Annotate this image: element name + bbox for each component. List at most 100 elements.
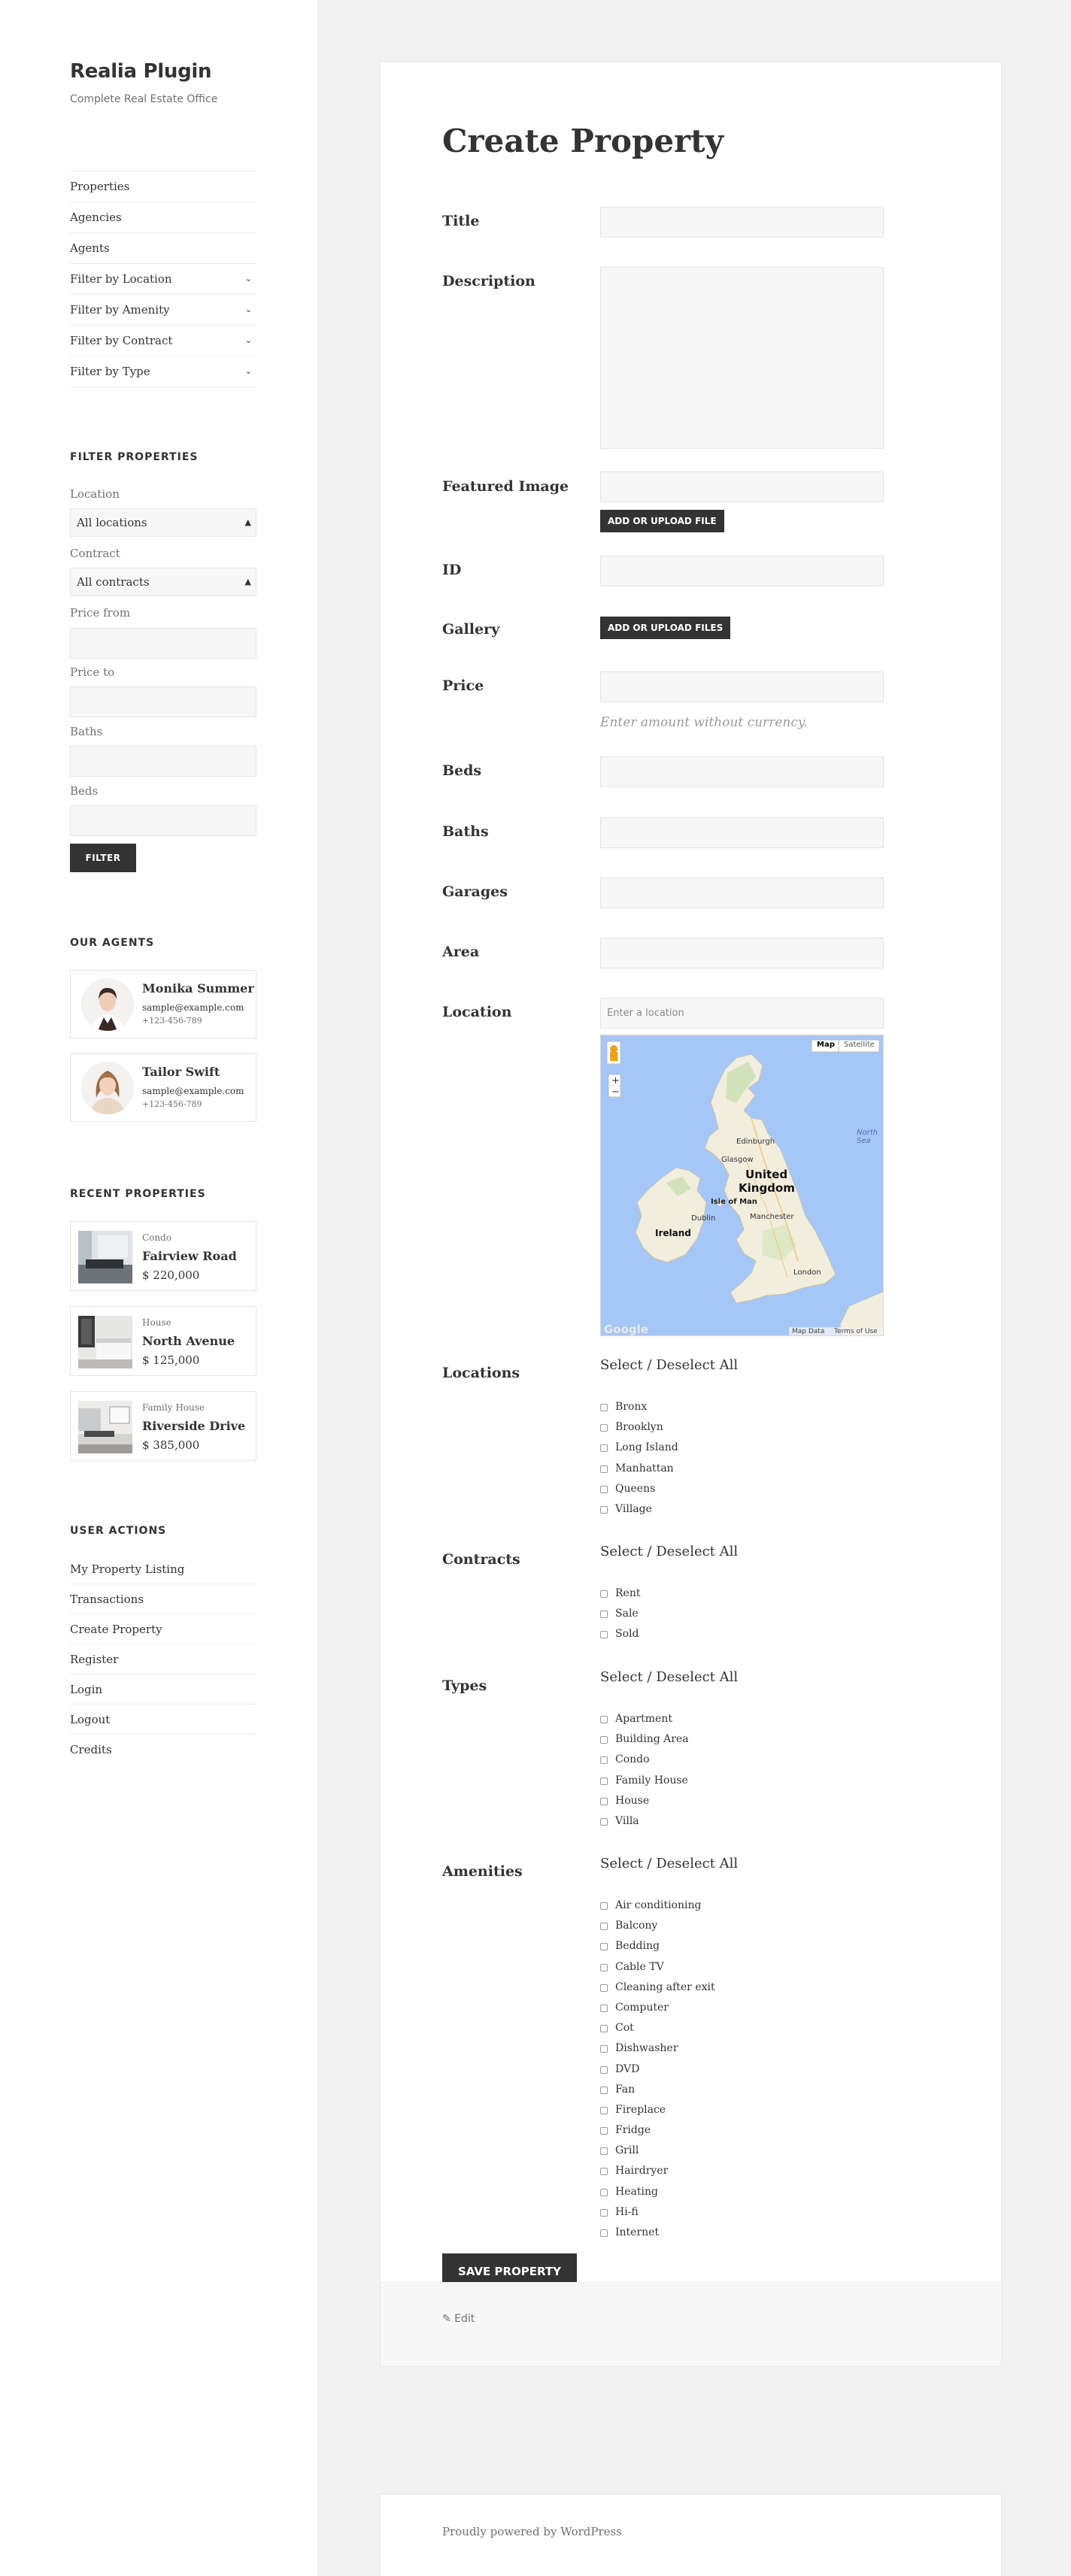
- checkbox[interactable]: [600, 1984, 608, 1992]
- checkbox-item[interactable]: Bronx: [600, 1397, 916, 1417]
- property-name[interactable]: North Avenue: [142, 1334, 235, 1348]
- baths-input[interactable]: [70, 746, 256, 777]
- checkbox-item[interactable]: Balcony: [600, 1916, 916, 1936]
- locations-select-all[interactable]: Select / Deselect All: [600, 1357, 738, 1373]
- checkbox-item[interactable]: Family House: [600, 1771, 916, 1791]
- checkbox[interactable]: [600, 2188, 608, 2196]
- property-thumbnail[interactable]: [78, 1231, 132, 1283]
- checkbox-item[interactable]: Long Island: [600, 1438, 916, 1458]
- checkbox-item[interactable]: Village: [600, 1499, 916, 1520]
- checkbox[interactable]: [600, 1797, 608, 1805]
- user-action-logout[interactable]: Logout: [70, 1705, 256, 1735]
- checkbox-item[interactable]: Building Area: [600, 1729, 916, 1750]
- nav-item-agencies[interactable]: Agencies: [70, 202, 256, 233]
- checkbox-item[interactable]: Condo: [600, 1750, 916, 1770]
- chevron-down-icon[interactable]: ⌄: [245, 326, 252, 356]
- checkbox-item[interactable]: Hi-fi: [600, 2202, 916, 2223]
- checkbox[interactable]: [600, 2045, 608, 2053]
- user-action-credits[interactable]: Credits: [70, 1735, 256, 1765]
- description-textarea[interactable]: [600, 267, 884, 449]
- checkbox-item[interactable]: Rent: [600, 1583, 916, 1604]
- contract-select[interactable]: All contracts ▲: [70, 568, 256, 596]
- checkbox-item[interactable]: Brooklyn: [600, 1417, 916, 1438]
- checkbox[interactable]: [600, 1465, 608, 1473]
- checkbox[interactable]: [600, 2147, 608, 2156]
- nav-item-filter-contract[interactable]: Filter by Contract ⌄: [70, 326, 256, 356]
- zoom-out-button[interactable]: −: [611, 1086, 620, 1098]
- upload-file-button[interactable]: ADD OR UPLOAD FILE: [600, 510, 724, 532]
- checkbox[interactable]: [600, 2086, 608, 2094]
- agent-card[interactable]: Monika Summer sample@example.com +123-45…: [70, 970, 256, 1038]
- powered-by-link[interactable]: Proudly powered by WordPress: [442, 2525, 622, 2538]
- terms-of-use-link[interactable]: Terms of Use: [834, 1328, 878, 1335]
- garages-input[interactable]: [600, 877, 884, 908]
- checkbox[interactable]: [600, 1923, 608, 1931]
- checkbox[interactable]: [600, 1963, 608, 1971]
- checkbox[interactable]: [600, 2229, 608, 2237]
- nav-item-agents[interactable]: Agents: [70, 233, 256, 264]
- property-card[interactable]: House North Avenue $ 125,000: [70, 1306, 256, 1376]
- checkbox[interactable]: [600, 1716, 608, 1723]
- id-input[interactable]: [600, 556, 884, 586]
- checkbox[interactable]: [600, 2106, 608, 2114]
- checkbox-item[interactable]: Dishwasher: [600, 2038, 916, 2059]
- nav-item-filter-location[interactable]: Filter by Location ⌄: [70, 264, 256, 295]
- checkbox[interactable]: [600, 2127, 608, 2135]
- price-to-input[interactable]: [70, 686, 256, 717]
- checkbox-item[interactable]: Cable TV: [600, 1957, 916, 1977]
- checkbox-item[interactable]: Apartment: [600, 1709, 916, 1729]
- property-thumbnail[interactable]: [78, 1316, 132, 1368]
- upload-files-button[interactable]: ADD OR UPLOAD FILES: [600, 617, 731, 639]
- price-input[interactable]: [600, 671, 884, 702]
- nav-item-filter-type[interactable]: Filter by Type ⌄: [70, 356, 256, 387]
- checkbox-item[interactable]: Grill: [600, 2141, 916, 2161]
- edit-link[interactable]: ✎ Edit: [442, 2313, 475, 2325]
- checkbox[interactable]: [600, 1817, 608, 1826]
- checkbox[interactable]: [600, 1485, 608, 1493]
- checkbox[interactable]: [600, 2025, 608, 2033]
- checkbox[interactable]: [600, 1777, 608, 1785]
- contracts-select-all[interactable]: Select / Deselect All: [600, 1544, 738, 1559]
- user-action-create-property[interactable]: Create Property: [70, 1614, 256, 1644]
- checkbox[interactable]: [600, 1444, 608, 1453]
- agent-card[interactable]: Tailor Swift sample@example.com +123-456…: [70, 1053, 256, 1122]
- checkbox[interactable]: [600, 1631, 608, 1639]
- agent-name[interactable]: Monika Summer: [142, 981, 254, 996]
- checkbox[interactable]: [600, 1505, 608, 1514]
- filter-button[interactable]: FILTER: [70, 844, 136, 872]
- checkbox-item[interactable]: Internet: [600, 2223, 916, 2243]
- amenities-select-all[interactable]: Select / Deselect All: [600, 1856, 738, 1871]
- checkbox[interactable]: [600, 1943, 608, 1951]
- checkbox[interactable]: [600, 1756, 608, 1765]
- property-card[interactable]: Family House Riverside Drive $ 385,000: [70, 1391, 256, 1461]
- featured-image-input[interactable]: [600, 471, 884, 502]
- location-map[interactable]: + − Map Satellite Edinburgh Glasgow Unit…: [600, 1035, 884, 1336]
- checkbox[interactable]: [600, 2168, 608, 2176]
- agent-name[interactable]: Tailor Swift: [142, 1065, 220, 1079]
- user-action-my-listing[interactable]: My Property Listing: [70, 1554, 256, 1584]
- checkbox-item[interactable]: Cot: [600, 2018, 916, 2038]
- checkbox-item[interactable]: Queens: [600, 1479, 916, 1499]
- checkbox-item[interactable]: Fridge: [600, 2120, 916, 2141]
- checkbox[interactable]: [600, 1404, 608, 1411]
- checkbox[interactable]: [600, 2004, 608, 2012]
- user-action-transactions[interactable]: Transactions: [70, 1584, 256, 1614]
- title-input[interactable]: [600, 207, 884, 238]
- checkbox[interactable]: [600, 1590, 608, 1598]
- checkbox-item[interactable]: Hairdryer: [600, 2161, 916, 2181]
- map-type-satellite-button[interactable]: Satellite: [844, 1041, 875, 1049]
- checkbox[interactable]: [600, 2208, 608, 2217]
- nav-item-filter-amenity[interactable]: Filter by Amenity ⌄: [70, 295, 256, 326]
- agent-email[interactable]: sample@example.com: [142, 1086, 244, 1096]
- checkbox-item[interactable]: Heating: [600, 2182, 916, 2202]
- checkbox[interactable]: [600, 1424, 608, 1432]
- baths-input[interactable]: [600, 817, 884, 848]
- beds-input[interactable]: [600, 756, 884, 787]
- map-data-link[interactable]: Map Data: [792, 1328, 824, 1335]
- location-select[interactable]: All locations ▲︎: [70, 508, 256, 537]
- checkbox-item[interactable]: Manhattan: [600, 1459, 916, 1479]
- property-name[interactable]: Fairview Road: [142, 1249, 237, 1263]
- checkbox-item[interactable]: Sold: [600, 1624, 916, 1644]
- types-select-all[interactable]: Select / Deselect All: [600, 1669, 738, 1685]
- checkbox-item[interactable]: Fireplace: [600, 2100, 916, 2120]
